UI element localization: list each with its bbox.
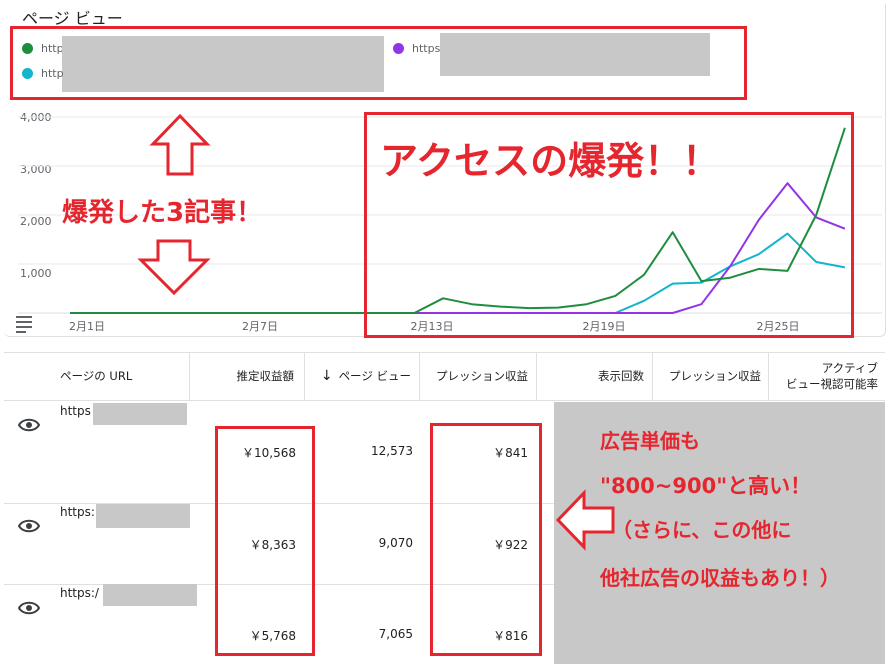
row-pageviews: 7,065 bbox=[378, 627, 413, 641]
row-url[interactable]: https: bbox=[60, 505, 95, 519]
callout-line-1: 広告単価も bbox=[600, 429, 700, 453]
three-articles-annotation: 爆発した3記事！ bbox=[62, 198, 263, 228]
row-url[interactable]: https bbox=[60, 404, 91, 418]
divider bbox=[536, 352, 537, 400]
column-header-active-view[interactable]: アクティブ ビュー視認可能率 bbox=[770, 352, 878, 400]
callout-line-3: （さらに、この他に bbox=[612, 518, 792, 542]
callout-line-4: 他社広告の収益もあり！） bbox=[600, 566, 840, 590]
column-header-impression-revenue-2[interactable]: プレッション収益 bbox=[655, 352, 763, 400]
column-header-pageviews[interactable]: ↓ ページ ビュー bbox=[305, 352, 413, 400]
up-arrow-icon bbox=[149, 113, 211, 176]
column-header-impressions[interactable]: 表示回数 bbox=[540, 352, 646, 400]
down-arrow-icon bbox=[137, 239, 211, 296]
x-tick-label: 2月1日 bbox=[69, 320, 105, 333]
menu-icon[interactable] bbox=[16, 316, 32, 333]
pageviews-card: ページ ビュー http https http 4,000 3,000 2,00… bbox=[0, 0, 889, 338]
eye-icon[interactable] bbox=[18, 601, 40, 615]
x-tick-label: 2月7日 bbox=[242, 320, 278, 333]
row-url[interactable]: https:/ bbox=[60, 586, 99, 600]
column-header-url[interactable]: ページの URL bbox=[60, 352, 180, 400]
divider bbox=[4, 400, 885, 401]
eye-icon[interactable] bbox=[18, 519, 40, 533]
redacted-block bbox=[96, 504, 190, 528]
divider bbox=[419, 352, 420, 400]
divider bbox=[768, 352, 769, 400]
column-header-pageviews-label: ページ ビュー bbox=[338, 369, 411, 383]
row-pageviews: 9,070 bbox=[378, 536, 413, 550]
revenue-highlight-box bbox=[215, 426, 315, 656]
divider bbox=[189, 352, 190, 400]
redacted-block bbox=[93, 403, 187, 425]
active-view-line2: ビュー視認可能率 bbox=[786, 377, 878, 391]
eye-icon[interactable] bbox=[18, 418, 40, 432]
arrow-down-icon: ↓ bbox=[320, 368, 333, 384]
impression-revenue-highlight-box bbox=[430, 423, 542, 656]
row-pageviews: 12,573 bbox=[371, 444, 413, 458]
divider bbox=[652, 352, 653, 400]
redacted-block bbox=[103, 584, 197, 606]
column-header-impression-revenue[interactable]: プレッション収益 bbox=[420, 352, 530, 400]
access-burst-annotation: アクセスの爆発！！ bbox=[380, 139, 721, 183]
active-view-line1: アクティブ bbox=[821, 361, 878, 375]
callout-line-2: "800~900"と高い！ bbox=[600, 474, 812, 498]
column-header-revenue[interactable]: 推定収益額 bbox=[190, 352, 296, 400]
divider bbox=[304, 352, 305, 400]
